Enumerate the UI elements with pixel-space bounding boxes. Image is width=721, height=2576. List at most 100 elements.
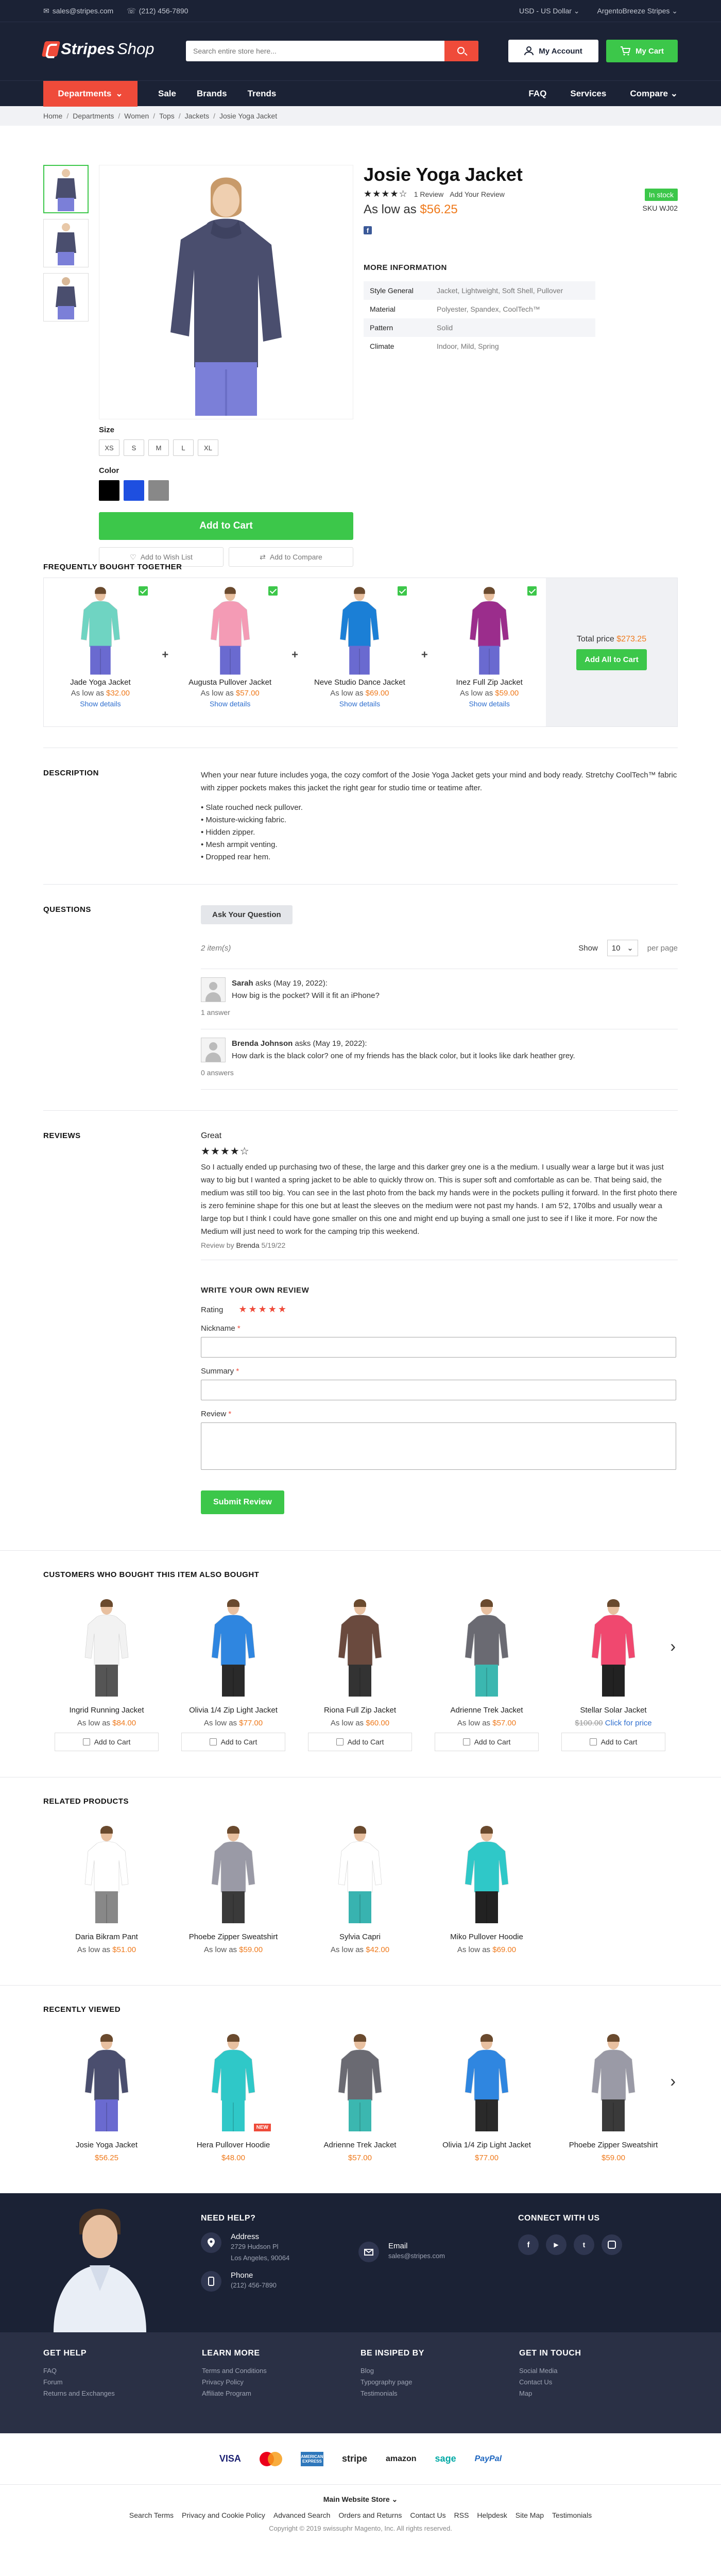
product-name[interactable]: Adrienne Trek Jacket: [423, 1706, 550, 1715]
search-input[interactable]: [186, 41, 454, 61]
departments-menu[interactable]: Departments ⌄: [43, 81, 138, 107]
product-name[interactable]: Ingrid Running Jacket: [43, 1706, 170, 1715]
breadcrumb-home[interactable]: Home: [43, 112, 62, 120]
show-details-link[interactable]: Show details: [44, 700, 157, 708]
product-card[interactable]: Miko Pullover Hoodie As low as $69.00: [423, 1817, 550, 1954]
my-cart-button[interactable]: My Cart: [606, 40, 678, 62]
per-page-select[interactable]: 10 ⌄: [607, 940, 638, 956]
facebook-icon[interactable]: f: [518, 2234, 539, 2255]
rating-input-stars[interactable]: ★★★★★: [238, 1304, 288, 1314]
product-card[interactable]: Daria Bikram Pant As low as $51.00: [43, 1817, 170, 1954]
footer-link[interactable]: Terms and Conditions: [202, 2365, 360, 2377]
product-name[interactable]: Phoebe Zipper Sweatshirt: [170, 1933, 297, 1941]
review-textarea[interactable]: [201, 1422, 676, 1470]
footer-link[interactable]: Forum: [43, 2377, 202, 2388]
footer-bottom-link[interactable]: Testimonials: [552, 2511, 592, 2519]
breadcrumb-women[interactable]: Women: [124, 112, 149, 120]
add-to-cart-checkbox[interactable]: Add to Cart: [561, 1733, 665, 1751]
product-name[interactable]: Neve Studio Dance Jacket: [303, 678, 417, 687]
nav-brands[interactable]: Brands: [197, 89, 227, 99]
product-thumbnail[interactable]: [43, 219, 89, 267]
add-to-cart-button[interactable]: Add to Cart: [99, 512, 353, 540]
product-name[interactable]: Phoebe Zipper Sweatshirt: [550, 2141, 677, 2149]
product-card[interactable]: Adrienne Trek Jacket $57.00: [297, 2025, 423, 2162]
answer-count[interactable]: 0 answers: [201, 1069, 678, 1077]
footer-link[interactable]: Testimonials: [360, 2388, 519, 2399]
product-name[interactable]: Riona Full Zip Jacket: [297, 1706, 423, 1715]
product-card[interactable]: Phoebe Zipper Sweatshirt $59.00: [550, 2025, 677, 2162]
logo[interactable]: Stripes Shop: [41, 40, 154, 58]
product-name[interactable]: Augusta Pullover Jacket: [174, 678, 287, 687]
theme-switcher[interactable]: ArgentoBreeze Stripes ⌄: [597, 7, 678, 15]
my-account-button[interactable]: My Account: [508, 40, 598, 62]
ask-question-button[interactable]: Ask Your Question: [201, 905, 293, 924]
product-card[interactable]: Adrienne Trek Jacket As low as $57.00 Add …: [423, 1590, 550, 1751]
product-card[interactable]: Riona Full Zip Jacket As low as $60.00 Add…: [297, 1590, 423, 1751]
breadcrumb-departments[interactable]: Departments: [73, 112, 114, 120]
product-name[interactable]: Jade Yoga Jacket: [44, 678, 157, 687]
product-card[interactable]: NEW Hera Pullover Hoodie $48.00: [170, 2025, 297, 2162]
checkbox-checked-icon[interactable]: [138, 586, 148, 596]
product-card[interactable]: Sylvia Capri As low as $42.00: [297, 1817, 423, 1954]
facebook-share-icon[interactable]: f: [364, 226, 372, 234]
top-email[interactable]: ✉ sales@stripes.com: [43, 7, 113, 15]
footer-link[interactable]: Map: [519, 2388, 678, 2399]
product-name[interactable]: Stellar Solar Jacket: [550, 1706, 677, 1715]
size-option-s[interactable]: S: [124, 439, 144, 456]
product-name[interactable]: Hera Pullover Hoodie: [170, 2141, 297, 2149]
product-card[interactable]: Stellar Solar Jacket $100.00 Click for pr…: [550, 1590, 677, 1751]
youtube-icon[interactable]: ▶: [546, 2234, 566, 2255]
product-card[interactable]: Olivia 1/4 Zip Light Jacket $77.00: [423, 2025, 550, 2162]
add-all-to-cart-button[interactable]: Add All to Cart: [576, 649, 647, 670]
nav-faq[interactable]: FAQ: [528, 89, 546, 99]
product-thumbnail[interactable]: [43, 273, 89, 321]
footer-bottom-link[interactable]: Search Terms: [129, 2511, 174, 2519]
breadcrumb-tops[interactable]: Tops: [159, 112, 175, 120]
product-card[interactable]: Josie Yoga Jacket $56.25: [43, 2025, 170, 2162]
nav-trends[interactable]: Trends: [248, 89, 277, 99]
answer-count[interactable]: 1 answer: [201, 1008, 678, 1016]
nav-services[interactable]: Services: [570, 89, 606, 99]
breadcrumb-jackets[interactable]: Jackets: [185, 112, 209, 120]
product-name[interactable]: Daria Bikram Pant: [43, 1933, 170, 1941]
size-option-xs[interactable]: XS: [99, 439, 119, 456]
footer-link[interactable]: Returns and Exchanges: [43, 2388, 202, 2399]
checkbox-checked-icon[interactable]: [268, 586, 278, 596]
summary-field[interactable]: [201, 1380, 676, 1400]
product-name[interactable]: Olivia 1/4 Zip Light Jacket: [423, 2141, 550, 2149]
product-thumbnail[interactable]: [43, 165, 89, 213]
twitter-icon[interactable]: t: [574, 2234, 594, 2255]
footer-link[interactable]: Blog: [360, 2365, 519, 2377]
add-to-cart-checkbox[interactable]: Add to Cart: [435, 1733, 539, 1751]
add-to-cart-checkbox[interactable]: Add to Cart: [55, 1733, 159, 1751]
search-button[interactable]: [444, 41, 478, 61]
currency-switcher[interactable]: USD - US Dollar ⌄: [519, 7, 580, 15]
click-for-price-link[interactable]: Click for price: [605, 1719, 652, 1727]
footer-email[interactable]: sales@stripes.com: [388, 2250, 445, 2262]
color-swatch-gray[interactable]: [148, 480, 169, 501]
show-details-link[interactable]: Show details: [174, 700, 287, 708]
footer-bottom-link[interactable]: Contact Us: [410, 2511, 445, 2519]
product-name[interactable]: Sylvia Capri: [297, 1933, 423, 1941]
footer-link[interactable]: Privacy Policy: [202, 2377, 360, 2388]
reviews-link[interactable]: 1 Review: [414, 190, 444, 198]
size-option-l[interactable]: L: [173, 439, 194, 456]
store-switcher[interactable]: Main Website Store ⌄: [0, 2495, 721, 2504]
footer-link[interactable]: FAQ: [43, 2365, 202, 2377]
footer-bottom-link[interactable]: RSS: [454, 2511, 469, 2519]
product-name[interactable]: Olivia 1/4 Zip Light Jacket: [170, 1706, 297, 1715]
footer-link[interactable]: Affiliate Program: [202, 2388, 360, 2399]
footer-link[interactable]: Typography page: [360, 2377, 519, 2388]
nav-sale[interactable]: Sale: [158, 89, 176, 99]
product-card[interactable]: Olivia 1/4 Zip Light Jacket As low as $77…: [170, 1590, 297, 1751]
checkbox-checked-icon[interactable]: [398, 586, 407, 596]
footer-bottom-link[interactable]: Orders and Returns: [338, 2511, 402, 2519]
show-details-link[interactable]: Show details: [433, 700, 546, 708]
product-name[interactable]: Miko Pullover Hoodie: [423, 1933, 550, 1941]
instagram-icon[interactable]: [602, 2234, 622, 2255]
main-product-image[interactable]: [99, 165, 353, 419]
product-card[interactable]: Ingrid Running Jacket As low as $84.00 Add…: [43, 1590, 170, 1751]
color-swatch-blue[interactable]: [124, 480, 144, 501]
size-option-m[interactable]: M: [148, 439, 169, 456]
submit-review-button[interactable]: Submit Review: [201, 1490, 284, 1514]
